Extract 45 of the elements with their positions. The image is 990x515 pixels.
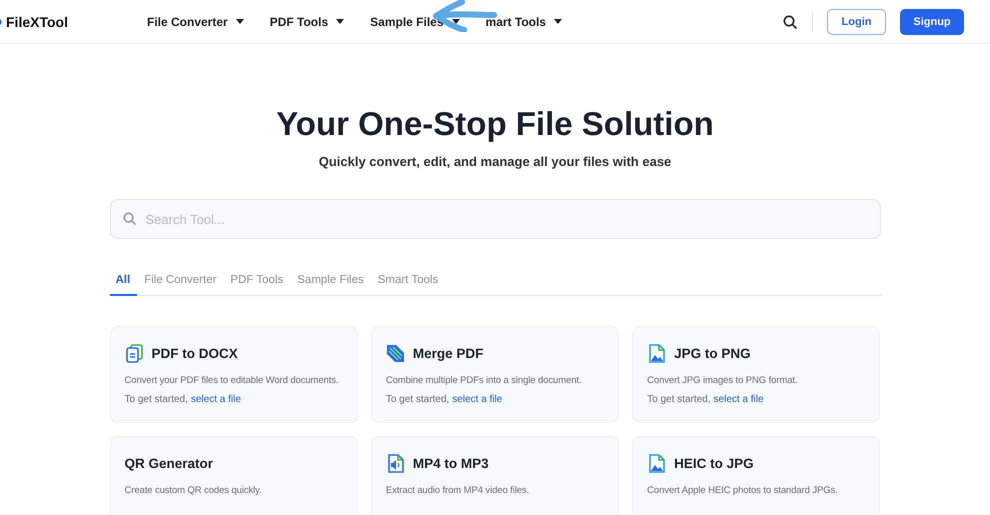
caret-icon [336, 19, 344, 24]
get-started-text: To get started, [124, 394, 188, 405]
hero-subtitle: Quickly convert, edit, and manage all your files with ease [318, 154, 672, 169]
tool-description: Convert your PDF files to editable Word documents. [124, 375, 340, 386]
nav-menu-item[interactable]: PDF Tools [270, 14, 344, 28]
tool-description: Convert JPG images to PNG format. [647, 375, 798, 386]
tool-title: PDF to DOCX [152, 346, 238, 360]
tool-card[interactable]: JPG to PNG Convert JPG images to PNG format. To get started, select a file [632, 326, 880, 423]
tool-title: MP4 to MP3 [412, 456, 489, 470]
tool-description: Create custom QR codes quickly. [124, 485, 263, 496]
tool-description: Convert Apple HEIC photos to standard JPGs. [647, 485, 839, 496]
caret-icon [452, 19, 460, 24]
search-icon [782, 14, 798, 30]
image-file-icon [647, 454, 666, 472]
tool-title: QR Generator [124, 456, 214, 470]
category-tab[interactable]: All [110, 274, 138, 296]
audio-file-icon [386, 454, 405, 472]
tool-description: Combine multiple PDFs into a single document. [386, 375, 582, 386]
signup-button[interactable]: Signup [900, 8, 964, 34]
hero-title: Your One-Stop File Solution [276, 105, 714, 143]
tool-title: JPG to PNG [674, 346, 751, 360]
select-file-link[interactable]: select a file [452, 394, 502, 405]
tool-card[interactable]: QR Generator Create custom QR codes quickly. [110, 436, 358, 515]
select-file-link[interactable]: select a file [714, 394, 764, 405]
search-field[interactable]: Search Tool... [110, 199, 880, 239]
caret-icon [236, 19, 244, 24]
document-icon [124, 344, 144, 362]
nav-menu-item[interactable]: mart Tools [486, 14, 562, 28]
tool-title: Merge PDF [412, 346, 484, 360]
tool-title: HEIC to JPG [674, 456, 754, 470]
tool-card[interactable]: MP4 to MP3 Extract audio from MP4 video files. [370, 436, 620, 515]
logo-text[interactable]: FileXTool [6, 14, 68, 30]
caret-icon [554, 19, 562, 24]
get-started-text: To get started, [386, 394, 450, 405]
nav-menu-item[interactable]: File Converter [147, 14, 244, 28]
select-file-link[interactable]: select a file [190, 394, 241, 405]
merge-pages-icon [386, 344, 405, 362]
search-icon [122, 211, 136, 226]
tool-card[interactable]: PDF to DOCX Convert your PDF files to editable Word documents. To get started, select a file [110, 326, 358, 423]
image-file-icon [647, 344, 666, 362]
login-button[interactable]: Login [827, 8, 886, 34]
get-started-text: To get started, [647, 394, 711, 405]
tool-description: Extract audio from MP4 video files. [386, 485, 530, 496]
tool-card[interactable]: Merge PDF Combine multiple PDFs into a single document. To get started, select a file [370, 326, 620, 423]
tool-card[interactable]: HEIC to JPG Convert Apple HEIC photos to standard JPGs. [632, 436, 880, 515]
